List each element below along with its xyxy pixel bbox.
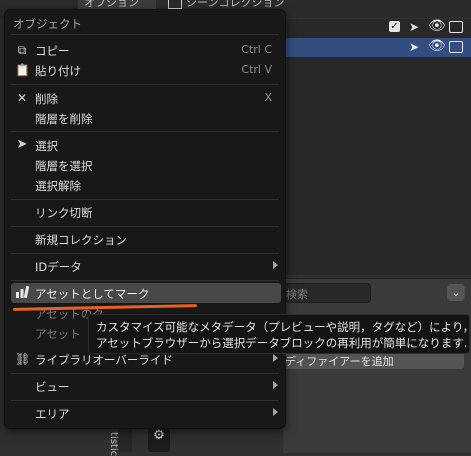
x-icon: ✕ (16, 91, 28, 105)
menu-item-label: ビュー (35, 380, 70, 394)
link-icon: ⛓ (15, 352, 31, 366)
chevron-down-icon[interactable]: ⌄ (447, 284, 465, 301)
select-arrow-icon[interactable]: ➤ (409, 40, 419, 54)
menu-item-label: エリア (35, 407, 70, 421)
menu-item-label: 階層を削除 (35, 112, 93, 126)
separator (11, 253, 279, 254)
menu-item-copy[interactable]: ⧉ コピー Ctrl C (5, 40, 285, 60)
separator (11, 84, 279, 85)
menu-item-label: 貼り付け (35, 64, 81, 78)
menu-item-mark-as-asset[interactable]: アセットとしてマーク (11, 283, 281, 303)
menu-item-select-hierarchy[interactable]: 階層を選択 (5, 155, 285, 175)
select-arrow-icon[interactable]: ➤ (409, 20, 419, 34)
menu-item-deselect[interactable]: 選択解除 (5, 175, 285, 195)
cursor-arrow-icon: ➤ (16, 137, 28, 152)
collection-icon (168, 0, 182, 9)
submenu-arrow-icon (273, 261, 278, 269)
eye-icon[interactable]: 👁 (428, 39, 446, 53)
outliner-row[interactable]: ✓ ➤ 👁 (283, 19, 471, 38)
search-placeholder: 検索 (286, 288, 308, 301)
menu-item-label: コピー (35, 44, 70, 58)
separator (11, 400, 279, 401)
camera-icon[interactable] (449, 41, 463, 53)
shortcut: Ctrl C (241, 43, 272, 56)
viewport-tool-icon[interactable]: ⚙ (148, 428, 170, 452)
menu-item-new-collection[interactable]: 新規コレクション (5, 229, 285, 249)
submenu-arrow-icon (273, 381, 278, 389)
separator (11, 373, 279, 374)
separator (11, 34, 279, 35)
outliner-row-selected[interactable]: ➤ 👁 (283, 38, 471, 57)
menu-title: オブジェクト (13, 17, 82, 31)
add-modifier-label: ディファイアーを追加 (285, 355, 394, 368)
menu-item-id-data[interactable]: IDデータ (5, 256, 285, 276)
tooltip-line-2: アセットブラウザーから選択データブロックの再利用が簡単になります. (96, 336, 468, 350)
outliner-tree (283, 57, 471, 275)
asset-bars-icon (15, 285, 30, 301)
menu-item-label: 選択 (35, 139, 58, 153)
menu-item-label: 削除 (35, 92, 58, 106)
shortcut: X (264, 91, 272, 104)
menu-item-label: リンク切断 (35, 206, 93, 220)
menu-item-select[interactable]: ➤ 選択 (5, 135, 285, 155)
menu-item-label: アセット (35, 327, 81, 341)
separator (11, 199, 279, 200)
separator (11, 131, 279, 132)
separator (11, 280, 279, 281)
properties-search-input[interactable]: 検索 (285, 283, 371, 303)
paste-icon: 📋 (15, 63, 30, 77)
sidebar-tab-label: tistic (108, 432, 119, 456)
shortcut: Ctrl V (241, 63, 272, 76)
menu-item-label: ライブラリオーバーライド (35, 353, 173, 367)
checkbox-icon[interactable]: ✓ (389, 21, 400, 32)
tooltip: カスタマイズ可能なメタデータ（プレビューや説明，タグなど）により， アセットブラ… (88, 314, 471, 354)
menu-item-area[interactable]: エリア (5, 403, 285, 423)
menu-item-label: 階層を選択 (35, 159, 93, 173)
menu-item-label: 新規コレクション (35, 233, 127, 247)
eye-icon[interactable]: 👁 (428, 19, 446, 33)
copy-icon: ⧉ (17, 43, 27, 57)
object-context-menu: オブジェクト ⧉ コピー Ctrl C 📋 貼り付け Ctrl V ✕ 削除 X… (4, 9, 286, 429)
camera-icon[interactable] (449, 21, 463, 33)
submenu-arrow-icon (273, 354, 278, 362)
submenu-arrow-icon (273, 408, 278, 416)
menu-item-unlink[interactable]: リンク切断 (5, 202, 285, 222)
menu-item-delete-hierarchy[interactable]: 階層を削除 (5, 108, 285, 128)
menu-item-view[interactable]: ビュー (5, 376, 285, 396)
separator (11, 226, 279, 227)
menu-item-label: 選択解除 (35, 179, 81, 193)
menu-item-label: IDデータ (35, 260, 82, 274)
menu-item-label: アセットとしてマーク (35, 287, 150, 301)
menu-item-delete[interactable]: ✕ 削除 X (5, 88, 285, 108)
menu-item-paste[interactable]: 📋 貼り付け Ctrl V (5, 60, 285, 80)
tooltip-line-1: カスタマイズ可能なメタデータ（プレビューや説明，タグなど）により， (96, 320, 471, 334)
